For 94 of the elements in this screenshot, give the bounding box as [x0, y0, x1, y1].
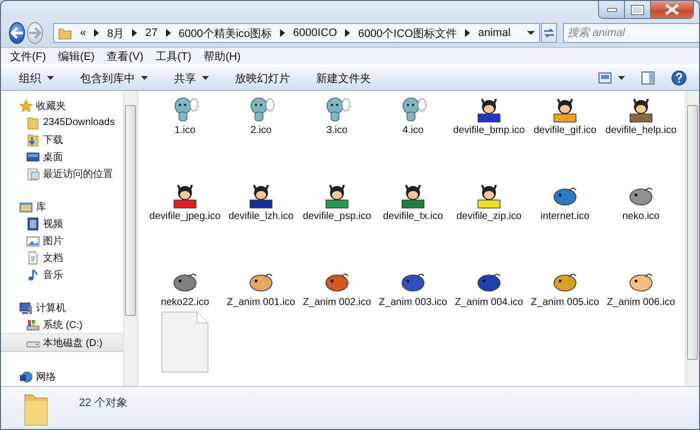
sidebar-item[interactable]: 视频 — [1, 215, 123, 232]
sidebar-item[interactable]: 图片 — [1, 232, 123, 249]
maximize-button[interactable] — [624, 1, 651, 18]
document-icon — [26, 250, 40, 264]
file-name[interactable]: internet.ico — [540, 211, 590, 222]
search-field[interactable]: 搜索 animal — [562, 23, 699, 43]
breadcrumb[interactable]: animal — [478, 27, 511, 39]
sidebar-item[interactable]: 库 — [1, 198, 123, 215]
menu-item[interactable]: 编辑(E) — [55, 49, 98, 64]
chevron-icon[interactable] — [94, 29, 100, 37]
file-name[interactable]: devifile_psp.ico — [302, 211, 372, 222]
caret-icon[interactable] — [526, 30, 535, 36]
pane-icon — [641, 71, 655, 85]
file-name[interactable]: Z_anim 002.ico — [302, 297, 372, 308]
star-icon — [19, 98, 33, 112]
refresh-icon — [542, 27, 556, 39]
scrollbar[interactable] — [685, 91, 699, 386]
chevron-icon[interactable] — [345, 29, 350, 37]
file-name[interactable]: neko22.ico — [160, 297, 210, 308]
sidebar-item[interactable]: 网络 — [1, 368, 123, 385]
toolbar-button[interactable]: 组织 — [11, 68, 62, 88]
sidebar-item[interactable]: 音乐 — [1, 266, 123, 283]
file-name[interactable]: devifile_lzh.ico — [228, 211, 294, 222]
breadcrumb[interactable]: 6000ICO — [293, 27, 338, 39]
breadcrumb[interactable]: 6000个精美ico图标 — [178, 26, 272, 40]
file-name[interactable]: devifile_bmp.ico — [453, 125, 525, 136]
close-button[interactable] — [651, 1, 693, 18]
file-name[interactable]: 4.ico — [402, 125, 424, 136]
sidebar-item[interactable]: 收藏夹 — [1, 97, 123, 114]
menu-item[interactable]: 文件(F) — [7, 49, 50, 64]
left-arrow-icon — [10, 27, 24, 39]
film-icon — [26, 216, 40, 230]
sidebar-item[interactable]: 下载 — [1, 131, 123, 148]
chevron-icon[interactable] — [465, 29, 470, 37]
chevron-icon[interactable] — [280, 29, 286, 37]
sidebar-item[interactable]: 2345Downloads — [1, 114, 123, 131]
chevron-icon[interactable] — [132, 29, 138, 37]
file-name[interactable]: devifile_help.ico — [605, 125, 677, 136]
sidebar-item[interactable]: 系统 (C:) — [1, 316, 123, 333]
file-name[interactable]: Z_anim 001.ico — [226, 297, 296, 308]
sidebar-item[interactable]: 计算机 — [1, 299, 123, 316]
music-note-icon — [26, 268, 40, 282]
back-button[interactable] — [9, 22, 25, 44]
file-name[interactable]: Z_anim 006.ico — [606, 297, 676, 308]
overflow-chevron[interactable]: « — [80, 27, 86, 39]
library-icon — [19, 200, 33, 214]
sidebar-item[interactable]: 最近访问的位置 — [1, 165, 123, 182]
right-arrow-icon — [28, 27, 42, 39]
refresh-button[interactable] — [540, 23, 557, 43]
menu-item[interactable]: 查看(V) — [104, 49, 146, 64]
folder-icon — [58, 26, 72, 40]
file-name[interactable]: devifile_jpeg.ico — [149, 211, 221, 222]
picture-icon — [26, 234, 40, 248]
toolbar-button[interactable]: 放映幻灯片 — [227, 68, 298, 88]
breadcrumb[interactable]: 27 — [145, 27, 158, 39]
network-icon — [19, 370, 33, 384]
blank-file-icon — [161, 311, 209, 373]
close-icon — [665, 4, 679, 15]
item-count: 22 个对象 — [79, 396, 128, 410]
minimize-button[interactable] — [599, 1, 624, 18]
menu-item[interactable]: 帮助(H) — [200, 49, 244, 64]
sidebar-item[interactable]: 桌面 — [1, 148, 123, 165]
address-bar[interactable]: « 8月 27 6000个精美ico图标 6000ICO 6000个ICO图标文件 animal — [53, 23, 540, 43]
scrollbar[interactable] — [123, 91, 137, 386]
download-folder-icon — [26, 132, 40, 146]
window-icon — [598, 72, 612, 84]
sidebar-item[interactable]: 文档 — [1, 249, 123, 266]
breadcrumb[interactable]: 6000个ICO图标文件 — [358, 26, 458, 40]
computer-icon — [19, 300, 33, 314]
file-name[interactable]: Z_anim 004.ico — [454, 297, 524, 308]
recent-places-icon — [26, 166, 40, 180]
file-name[interactable]: devifile_gif.ico — [534, 125, 596, 136]
toolbar-button[interactable]: 包含到库中 — [72, 68, 156, 88]
help-icon — [671, 70, 687, 86]
file-name[interactable]: Z_anim 003.ico — [378, 297, 448, 308]
chevron-icon[interactable] — [166, 29, 170, 37]
minimize-icon — [606, 8, 616, 12]
file-name[interactable]: devifile_zip.ico — [456, 211, 522, 222]
caret-icon — [618, 76, 625, 80]
menu-item[interactable]: 工具(T) — [152, 49, 194, 64]
toolbar-button[interactable]: 共享 — [166, 68, 217, 88]
maximize-icon — [631, 4, 644, 14]
desktop-icon — [26, 150, 40, 164]
file-name[interactable]: neko.ico — [622, 211, 660, 222]
sidebar-item[interactable]: 本地磁盘 (D:) — [1, 333, 123, 352]
system-drive-icon — [26, 318, 40, 332]
file-name[interactable]: 2.ico — [250, 125, 272, 136]
file-name[interactable]: 1.ico — [174, 125, 196, 136]
file-name[interactable]: devifile_tx.ico — [382, 211, 444, 222]
breadcrumb[interactable]: 8月 — [107, 26, 124, 40]
file-name[interactable]: Z_anim 005.ico — [530, 297, 600, 308]
file-name[interactable]: 3.ico — [326, 125, 348, 136]
folder-icon — [26, 116, 40, 130]
toolbar-button[interactable]: 新建文件夹 — [308, 68, 379, 88]
